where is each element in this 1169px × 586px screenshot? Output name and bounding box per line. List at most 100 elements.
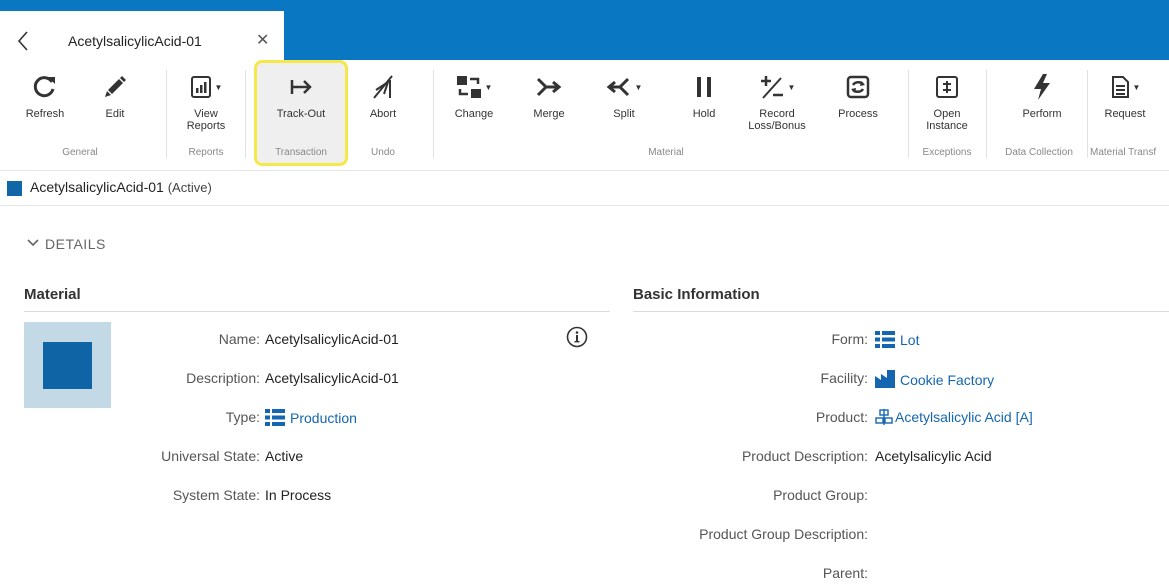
- request-label: Request: [1104, 108, 1146, 120]
- view-reports-label: View: [194, 108, 218, 120]
- change-button[interactable]: ▼ Change: [441, 72, 507, 120]
- report-chart-icon: [190, 76, 211, 98]
- merge-label: Merge: [533, 108, 565, 120]
- abort-icon: [373, 75, 393, 99]
- factory-icon: [875, 370, 895, 388]
- record-label: Record: [759, 108, 795, 120]
- info-icon[interactable]: [566, 326, 588, 348]
- details-toggle[interactable]: DETAILS: [27, 236, 106, 252]
- change-label: Change: [454, 108, 494, 120]
- change-icon: [456, 76, 481, 98]
- track-out-button[interactable]: Track-Out: [268, 72, 334, 120]
- entity-name: AcetylsalicylicAcid-01: [30, 179, 164, 195]
- ribbon-toolbar: Refresh Edit General ▼ View Reports Repor…: [0, 60, 1169, 166]
- form-value: Lot: [900, 332, 920, 348]
- perform-label: Perform: [1022, 108, 1062, 120]
- name-value: AcetylsalicylicAcid-01: [265, 331, 399, 347]
- lightning-icon: [1034, 74, 1050, 100]
- split-label: Split: [613, 108, 635, 120]
- system-state-value: In Process: [265, 487, 332, 503]
- track-out-arrow-icon: [290, 80, 312, 94]
- abort-button[interactable]: Abort: [350, 72, 416, 120]
- form-label: Form:: [831, 331, 868, 347]
- plus-minus-icon: [760, 76, 783, 99]
- back-chevron-icon[interactable]: [16, 29, 30, 53]
- close-icon[interactable]: ✕: [256, 33, 269, 49]
- product-icon: [875, 409, 893, 425]
- entity-header: AcetylsalicylicAcid-01 (Active): [0, 170, 1169, 206]
- parent-label: Parent:: [822, 565, 868, 581]
- open-instance-label: Open: [933, 108, 961, 120]
- process-icon: [846, 75, 870, 99]
- group-exceptions: Exceptions: [922, 147, 972, 158]
- material-square-icon: [7, 181, 22, 196]
- universal-state-label: Universal State:: [161, 448, 260, 464]
- split-icon: [606, 77, 629, 97]
- pencil-icon: [105, 76, 126, 97]
- type-label: Type:: [225, 409, 260, 425]
- facility-value: Cookie Factory: [900, 372, 995, 388]
- record-loss-bonus-button[interactable]: ▼ Record Loss/Bonus: [744, 72, 810, 132]
- pause-icon: [697, 77, 711, 97]
- title-bar: AcetylsalicylicAcid-01 ✕: [0, 0, 1169, 60]
- open-instance-button[interactable]: Open Instance: [914, 72, 980, 132]
- product-link[interactable]: Acetylsalicylic Acid [A]: [875, 409, 1033, 425]
- universal-state-value: Active: [265, 448, 304, 464]
- product-group-label: Product Group:: [773, 487, 868, 503]
- view-reports-label-2: Reports: [186, 120, 226, 132]
- edit-label: Edit: [105, 108, 125, 120]
- type-link[interactable]: Production: [265, 409, 357, 426]
- tab-material[interactable]: AcetylsalicylicAcid-01 ✕: [0, 11, 284, 60]
- product-label: Product:: [815, 409, 868, 425]
- tab-title: AcetylsalicylicAcid-01: [68, 33, 202, 49]
- material-thumbnail: [24, 322, 111, 408]
- section-divider: [24, 311, 610, 312]
- section-title-basic-information: Basic Information: [633, 286, 760, 303]
- open-instance-label-2: Instance: [926, 120, 968, 132]
- refresh-icon: [33, 76, 55, 98]
- entity-state: (Active): [167, 180, 212, 195]
- abort-label: Abort: [369, 108, 397, 120]
- edit-button[interactable]: Edit: [82, 72, 148, 120]
- type-value: Production: [290, 410, 357, 426]
- group-material-transfer: Material Transf: [1090, 147, 1157, 158]
- group-data-collection: Data Collection: [1005, 147, 1073, 158]
- refresh-label: Refresh: [25, 108, 65, 120]
- process-label: Process: [838, 108, 878, 120]
- chevron-down-icon: [27, 239, 39, 247]
- facility-link[interactable]: Cookie Factory: [875, 370, 994, 388]
- refresh-button[interactable]: Refresh: [12, 72, 78, 120]
- divider: [1087, 70, 1088, 158]
- section-title-material: Material: [24, 286, 81, 303]
- process-button[interactable]: Process: [825, 72, 891, 120]
- description-value: AcetylsalicylicAcid-01: [265, 370, 399, 386]
- divider: [986, 70, 987, 158]
- group-general: General: [62, 147, 98, 158]
- perform-button[interactable]: Perform: [1009, 72, 1075, 120]
- form-link[interactable]: Lot: [875, 331, 919, 348]
- product-description-label: Product Description:: [741, 448, 868, 464]
- group-reports: Reports: [188, 147, 224, 158]
- request-button[interactable]: ▼ Request: [1092, 72, 1158, 120]
- split-button[interactable]: ▼ Split: [591, 72, 657, 120]
- details-label: DETAILS: [45, 236, 106, 252]
- product-value: Acetylsalicylic Acid [A]: [895, 409, 1033, 425]
- hold-button[interactable]: Hold: [671, 72, 737, 120]
- group-transaction: Transaction: [275, 147, 327, 158]
- description-label: Description:: [186, 370, 260, 386]
- material-square-icon: [43, 342, 92, 389]
- document-icon: [1111, 76, 1129, 98]
- view-reports-button[interactable]: ▼ View Reports: [173, 72, 239, 132]
- group-undo: Undo: [371, 147, 395, 158]
- hold-label: Hold: [692, 108, 716, 120]
- merge-button[interactable]: Merge: [516, 72, 582, 120]
- list-icon: [875, 331, 895, 348]
- group-material: Material: [648, 147, 684, 158]
- system-state-label: System State:: [172, 487, 260, 503]
- facility-label: Facility:: [820, 370, 868, 386]
- name-label: Name:: [218, 331, 260, 347]
- open-instance-icon: [936, 76, 958, 98]
- entity-title: AcetylsalicylicAcid-01 (Active): [30, 179, 212, 195]
- product-group-description-label: Product Group Description:: [699, 526, 868, 542]
- list-icon: [265, 409, 285, 426]
